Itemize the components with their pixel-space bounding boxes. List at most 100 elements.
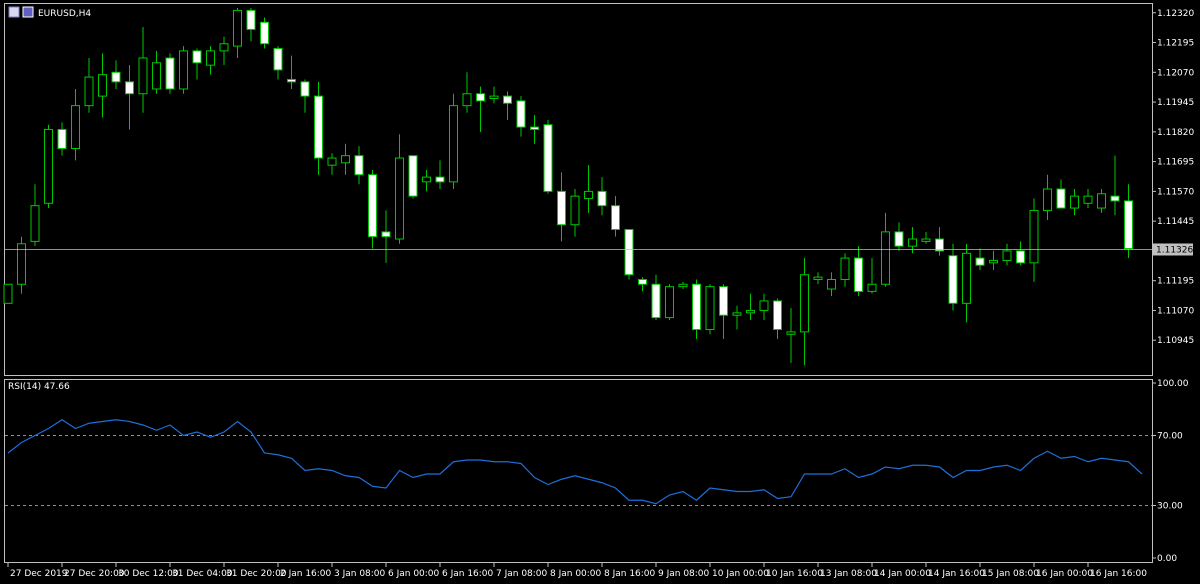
candle-body	[678, 283, 688, 288]
price-tick-label: 1.11570	[1157, 187, 1194, 197]
price-tick-label: 1.11695	[1157, 158, 1194, 168]
candle-body	[476, 93, 485, 102]
candle-body	[111, 71, 121, 83]
time-tick-label: 6 Jan 00:00	[388, 569, 440, 579]
time-tick-label: 3 Jan 08:00	[334, 569, 386, 579]
candle	[624, 228, 634, 280]
candle-body	[746, 309, 755, 314]
time-tick-label: 13 Jan 08:00	[820, 569, 877, 579]
candle-body	[1002, 250, 1012, 261]
candle-body	[1097, 193, 1106, 209]
candle-body	[192, 50, 202, 64]
candle-body	[327, 157, 337, 166]
candle-body	[503, 95, 512, 104]
candle-body	[867, 283, 877, 292]
candle-body	[287, 78, 296, 83]
candle-body	[611, 205, 620, 230]
candle-body	[30, 205, 40, 242]
time-tick-label: 16 Jan 00:00	[1036, 569, 1093, 579]
candle-body	[989, 259, 998, 264]
candle-body	[665, 286, 674, 319]
chart-window: EURUSD,H4 RSI(14) 47.66 1.12320 1.12195 1.…	[0, 0, 1200, 584]
candle-body	[894, 231, 904, 247]
candle-body	[165, 57, 175, 90]
candle-body	[543, 124, 553, 192]
rsi-tick-label: 100.00	[1157, 379, 1189, 389]
candle-body	[273, 47, 283, 71]
flag-icon	[22, 6, 34, 18]
candle-body	[1056, 188, 1066, 209]
time-tick-label: 10 Jan 16:00	[766, 569, 823, 579]
time-tick-label: 2 Jan 16:00	[280, 569, 332, 579]
candle-body	[368, 174, 377, 238]
candle-body	[813, 276, 823, 280]
candle-body	[1124, 200, 1133, 250]
rsi-tick-label: 0.00	[1157, 554, 1177, 564]
time-tick-label: 7 Jan 08:00	[496, 569, 548, 579]
time-tick-label: 6 Jan 16:00	[442, 569, 494, 579]
time-tick-label: 14 Jan 16:00	[928, 569, 985, 579]
candle-body	[530, 126, 539, 130]
candle-body	[314, 95, 323, 159]
current-price-label: 1.11326	[1156, 245, 1193, 255]
candle-body	[408, 155, 418, 197]
candle-body	[84, 76, 94, 107]
candle	[165, 53, 175, 94]
candle-body	[462, 93, 472, 107]
candle	[179, 46, 188, 94]
candle	[3, 283, 13, 304]
candle	[260, 17, 269, 49]
price-tick-label: 1.11820	[1157, 128, 1194, 138]
time-tick-label: 30 Dec 12:00	[118, 569, 179, 579]
candle	[408, 155, 418, 199]
candle	[543, 119, 553, 194]
candle-body	[381, 231, 391, 238]
candle-body	[732, 312, 742, 316]
candle-body	[489, 95, 499, 100]
candle-body	[1110, 195, 1120, 202]
price-tick-label: 1.11945	[1157, 98, 1194, 108]
candle-body	[354, 155, 364, 176]
candle-body	[44, 128, 53, 204]
candle-body	[233, 9, 242, 47]
candle-body	[435, 176, 445, 183]
candle	[449, 93, 458, 189]
price-tick-label: 1.10945	[1157, 336, 1194, 346]
candle-body	[624, 228, 634, 276]
window-icon[interactable]	[8, 6, 20, 18]
candle-body	[705, 286, 715, 331]
time-tick-label: 16 Jan 16:00	[1090, 569, 1147, 579]
candle	[368, 169, 377, 249]
candle	[44, 124, 53, 209]
time-tick-label: 8 Jan 16:00	[604, 569, 656, 579]
candle-body	[881, 231, 890, 285]
candle-body	[516, 100, 526, 128]
candle-body	[854, 257, 863, 292]
candle-body	[422, 176, 431, 183]
price-tick-label: 1.12070	[1157, 68, 1194, 78]
time-tick-label: 15 Jan 08:00	[982, 569, 1039, 579]
candle-body	[800, 274, 809, 333]
candle-body	[638, 279, 647, 285]
candle-body	[651, 283, 661, 319]
candle-body	[584, 190, 593, 200]
time-tick-label: 10 Jan 00:00	[712, 569, 769, 579]
time-tick-label: 27 Dec 2019	[10, 569, 68, 579]
candle-body	[179, 50, 188, 90]
candle-body	[773, 300, 782, 331]
candle-body	[219, 43, 229, 52]
time-tick-label: 31 Dec 04:00	[172, 569, 233, 579]
rsi-tick-label: 70.00	[1157, 432, 1183, 442]
time-tick-label: 14 Jan 00:00	[874, 569, 931, 579]
candle-body	[246, 9, 256, 30]
candle-body	[975, 257, 985, 266]
candle-body	[395, 157, 404, 240]
time-tick-label: 8 Jan 00:00	[550, 569, 602, 579]
price-tick-label: 1.11195	[1157, 277, 1194, 287]
price-tick-label: 1.12195	[1157, 39, 1194, 49]
candle-body	[260, 21, 269, 45]
candle-body	[1070, 195, 1079, 209]
candle-body	[1016, 250, 1025, 264]
rsi-tick-label: 30.00	[1157, 502, 1183, 512]
price-tick-label: 1.12320	[1157, 9, 1194, 19]
